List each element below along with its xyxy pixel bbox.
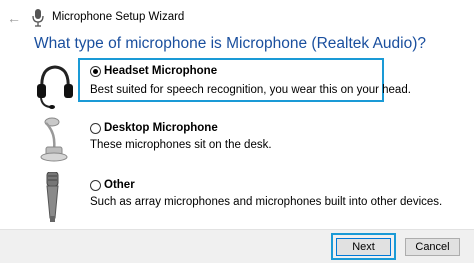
option-desc-other: Such as array microphones and microphone… bbox=[90, 196, 443, 208]
option-desc-headset: Best suited for speech recognition, you … bbox=[90, 84, 411, 96]
handheld-microphone-icon bbox=[46, 172, 59, 222]
next-button[interactable]: Next bbox=[336, 238, 391, 256]
window-title: Microphone Setup Wizard bbox=[52, 11, 185, 23]
page-heading: What type of microphone is Microphone (R… bbox=[34, 35, 427, 52]
title-bar: ← Microphone Setup Wizard bbox=[0, 0, 474, 30]
footer-bar: Next Cancel bbox=[0, 229, 474, 263]
desktop-microphone-icon bbox=[40, 117, 68, 162]
radio-other[interactable] bbox=[90, 180, 101, 191]
option-label-headset: Headset Microphone bbox=[104, 65, 218, 77]
option-label-desktop: Desktop Microphone bbox=[104, 122, 218, 134]
headset-icon bbox=[37, 65, 73, 109]
cancel-button[interactable]: Cancel bbox=[405, 238, 460, 256]
radio-headset[interactable] bbox=[90, 66, 101, 77]
option-label-other: Other bbox=[104, 179, 135, 191]
radio-desktop[interactable] bbox=[90, 123, 101, 134]
option-desktop[interactable]: Desktop Microphone These microphones sit… bbox=[0, 115, 474, 165]
option-desc-desktop: These microphones sit on the desk. bbox=[90, 139, 272, 151]
option-other[interactable]: Other Such as array microphones and micr… bbox=[0, 172, 474, 222]
option-headset[interactable]: Headset Microphone Best suited for speec… bbox=[0, 58, 474, 109]
microphone-icon bbox=[32, 9, 44, 27]
back-arrow-icon[interactable]: ← bbox=[6, 10, 22, 26]
